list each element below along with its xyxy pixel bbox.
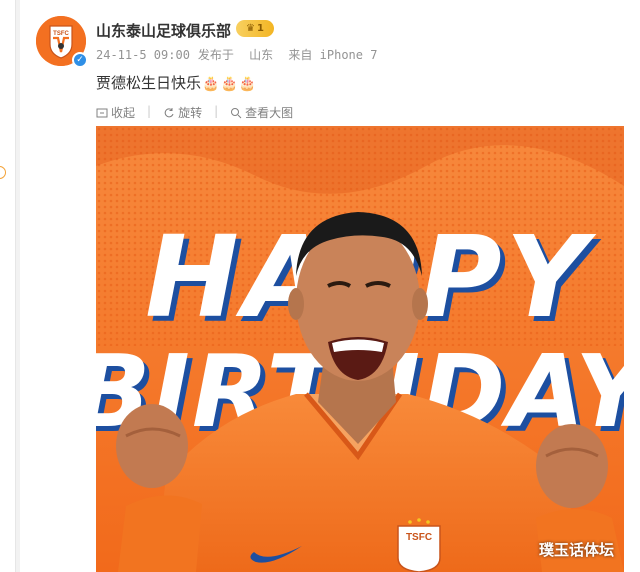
divider: |: [147, 104, 152, 118]
post-text: 贾德松生日快乐: [96, 74, 202, 92]
crown-icon: ♛: [246, 23, 255, 34]
zoom-icon: [231, 107, 242, 118]
post-image[interactable]: HAPPY HAPPY BIRTHDAY BIRTHDAY: [96, 126, 624, 572]
cake-emoji-icon: 🎂: [202, 76, 220, 92]
left-sidebar-edge: [0, 0, 16, 572]
weibo-post-card: TSFC ✓ 山东泰山足球俱乐部 ♛ 1 24-11-5 09:00 发布于 山东…: [20, 0, 640, 572]
rotate-icon: [164, 107, 174, 117]
post-meta: 24-11-5 09:00 发布于 山东 来自 iPhone 7: [96, 46, 385, 63]
rotate-button[interactable]: 旋转: [163, 104, 202, 121]
collapse-label: 收起: [111, 106, 136, 120]
crest-abbr: TSFC: [53, 31, 69, 37]
collapse-icon: [96, 108, 108, 117]
shirt-crest-icon: TSFC: [397, 518, 441, 572]
cake-emoji-icon: 🎂: [238, 76, 257, 92]
verified-badge-icon: ✓: [72, 52, 88, 68]
image-toolbar: 收起 | 旋转 | 查看大图: [96, 104, 293, 121]
vip-level-badge[interactable]: ♛ 1: [236, 20, 274, 37]
birthday-graphic: HAPPY HAPPY BIRTHDAY BIRTHDAY: [96, 126, 624, 572]
post-location: 山东: [249, 48, 274, 62]
view-large-button[interactable]: 查看大图: [230, 104, 293, 121]
post-date[interactable]: 24-11-5 09:00: [96, 48, 190, 62]
collapse-button[interactable]: 收起: [96, 104, 135, 121]
shirt-crest-text: TSFC: [406, 532, 432, 543]
post-body: 贾德松生日快乐🎂🎂🎂: [96, 72, 256, 93]
watermark: 璞玉话体坛: [538, 541, 614, 559]
post-source: 来自 iPhone 7: [288, 48, 378, 62]
author-name[interactable]: 山东泰山足球俱乐部: [96, 20, 231, 41]
published-label: 发布于: [197, 48, 234, 62]
cake-emoji-icon: 🎂: [220, 76, 238, 92]
rotate-label: 旋转: [178, 106, 203, 120]
vip-level-text: 1: [257, 23, 264, 34]
divider: |: [214, 104, 219, 118]
notification-dot-icon: [0, 166, 6, 179]
view-large-label: 查看大图: [245, 106, 294, 120]
